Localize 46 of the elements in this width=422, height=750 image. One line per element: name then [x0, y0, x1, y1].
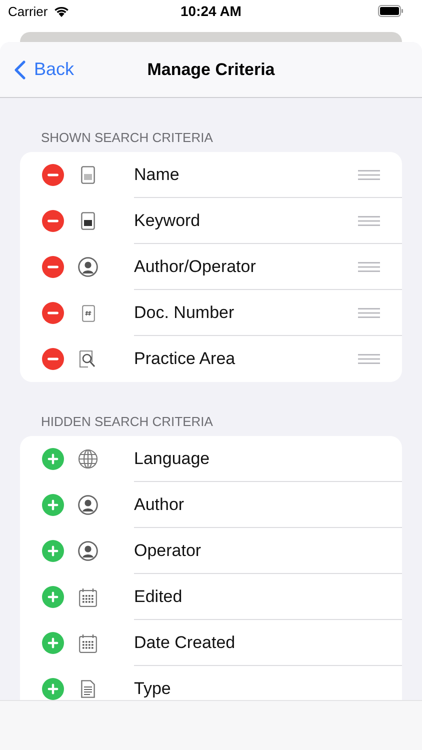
- status-time: 10:24 AM: [180, 3, 242, 19]
- add-icon[interactable]: [42, 632, 64, 654]
- document-icon: [81, 166, 95, 184]
- person-icon: [78, 495, 98, 515]
- reorder-handle-icon[interactable]: [358, 308, 380, 318]
- criterion-label: Practice Area: [134, 349, 236, 369]
- add-icon[interactable]: [42, 448, 64, 470]
- search-document-icon: [79, 350, 97, 368]
- add-icon[interactable]: [42, 586, 64, 608]
- criterion-label: Author/Operator: [134, 256, 257, 276]
- remove-icon[interactable]: [42, 256, 64, 278]
- carrier-name: Carrier: [8, 4, 48, 18]
- person-icon: [78, 257, 98, 277]
- globe-icon: [78, 449, 98, 469]
- calendar-icon: [79, 588, 97, 606]
- section-header: HIDDEN SEARCH CRITERIA: [40, 413, 214, 431]
- add-icon[interactable]: [42, 678, 64, 700]
- remove-icon[interactable]: [42, 164, 64, 186]
- reorder-handle-icon[interactable]: [358, 262, 380, 272]
- hash-document-icon: [82, 304, 94, 322]
- calendar-icon: [79, 634, 97, 652]
- criterion-label: Author: [134, 494, 186, 514]
- battery-icon: [378, 5, 404, 17]
- criterion-label: Keyword: [134, 210, 202, 230]
- remove-icon[interactable]: [42, 348, 64, 370]
- wifi-icon: [52, 5, 70, 17]
- reorder-handle-icon[interactable]: [358, 354, 380, 364]
- back-button[interactable]: Back: [12, 54, 76, 86]
- criterion-label: Operator: [134, 540, 202, 560]
- document-icon: [81, 212, 95, 230]
- criterion-label: Type: [134, 679, 172, 699]
- criterion-label: Edited: [134, 586, 184, 606]
- chevron-icon: [14, 60, 26, 80]
- reorder-handle-icon[interactable]: [358, 216, 380, 226]
- criterion-label: Date Created: [134, 632, 236, 652]
- remove-icon[interactable]: [42, 210, 64, 232]
- criterion-label: Name: [134, 164, 180, 184]
- screen-title: Manage Criteria: [147, 60, 275, 80]
- criterion-label: Language: [134, 448, 211, 468]
- reorder-handle-icon[interactable]: [358, 170, 380, 180]
- criterion-label: Doc. Number: [134, 302, 236, 322]
- remove-icon[interactable]: [42, 302, 64, 324]
- add-icon[interactable]: [42, 540, 64, 562]
- add-icon[interactable]: [42, 494, 64, 516]
- section-header: SHOWN SEARCH CRITERIA: [40, 129, 214, 147]
- person-icon: [78, 541, 98, 561]
